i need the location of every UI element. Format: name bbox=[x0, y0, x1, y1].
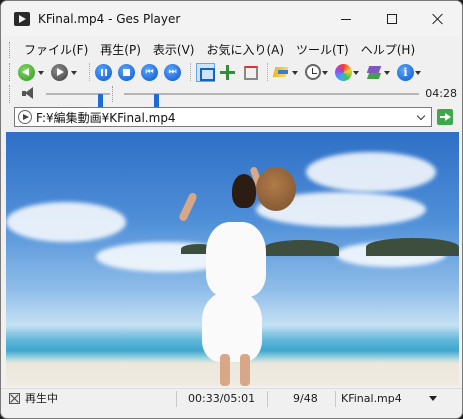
status-file[interactable]: KFinal.mp4 bbox=[341, 389, 402, 409]
info-dropdown-icon[interactable] bbox=[414, 64, 423, 81]
player-app-icon[interactable] bbox=[14, 12, 30, 26]
slider-grip[interactable] bbox=[9, 85, 12, 103]
back-dropdown-icon[interactable] bbox=[37, 64, 46, 81]
forward-icon[interactable] bbox=[51, 63, 68, 81]
app-window: KFinal.mp4 - Ges Player ファイル(F) 再生(P) 表示… bbox=[0, 0, 463, 419]
maximize-icon bbox=[387, 14, 397, 24]
stop-icon[interactable] bbox=[118, 63, 135, 81]
clock-icon[interactable] bbox=[305, 64, 321, 80]
color-dropdown-icon[interactable] bbox=[352, 64, 361, 81]
hair bbox=[232, 174, 256, 208]
shorts bbox=[202, 292, 262, 362]
cloud bbox=[6, 202, 126, 242]
status-divider bbox=[335, 391, 336, 407]
info-icon[interactable]: i bbox=[397, 63, 414, 81]
toolbar-grip[interactable] bbox=[9, 63, 12, 81]
play-icon[interactable] bbox=[18, 110, 32, 124]
volume-thumb[interactable] bbox=[98, 94, 103, 108]
minimize-button[interactable] bbox=[323, 1, 369, 37]
toolbar: i bbox=[9, 61, 457, 83]
pause-icon[interactable] bbox=[95, 63, 112, 81]
play-state: 再生中 bbox=[25, 392, 58, 405]
menubar-grip[interactable] bbox=[9, 42, 12, 58]
volume-slider[interactable] bbox=[46, 93, 110, 108]
ab-repeat-icon[interactable] bbox=[273, 64, 291, 80]
address-bar bbox=[14, 107, 432, 127]
straw-hat bbox=[256, 167, 296, 211]
seek-slider[interactable] bbox=[124, 93, 419, 108]
island bbox=[264, 240, 339, 256]
layers-dropdown-icon[interactable] bbox=[383, 64, 392, 81]
island bbox=[366, 238, 459, 256]
track-counter: 9/48 bbox=[293, 392, 318, 405]
next-icon[interactable] bbox=[164, 63, 181, 81]
toolbar-separator bbox=[89, 63, 90, 81]
fit-window-icon[interactable] bbox=[196, 62, 215, 82]
seek-thumb[interactable] bbox=[154, 94, 159, 108]
menu-favorites[interactable]: お気に入り(A) bbox=[200, 41, 290, 59]
maximize-button[interactable] bbox=[369, 1, 415, 37]
window-title: KFinal.mp4 - Ges Player bbox=[38, 12, 181, 26]
dress bbox=[206, 222, 266, 297]
status-time: 00:33/05:01 bbox=[188, 392, 256, 405]
color-icon[interactable] bbox=[335, 63, 352, 81]
slider-separator bbox=[112, 86, 113, 102]
state-icon bbox=[9, 393, 20, 404]
speaker-icon[interactable] bbox=[22, 87, 36, 100]
go-button[interactable] bbox=[437, 109, 453, 125]
chevron-down-icon[interactable] bbox=[429, 396, 437, 401]
close-button[interactable] bbox=[415, 1, 461, 37]
move-icon[interactable] bbox=[218, 63, 237, 82]
toolbar-separator bbox=[267, 63, 268, 81]
cloud bbox=[306, 152, 436, 192]
forward-dropdown-icon[interactable] bbox=[70, 64, 79, 81]
arm bbox=[178, 191, 198, 223]
leg bbox=[220, 354, 230, 386]
ab-repeat-dropdown-icon[interactable] bbox=[291, 64, 300, 81]
leg bbox=[240, 354, 250, 386]
slider-row: 04:28 bbox=[9, 85, 457, 108]
menu-bar: ファイル(F) 再生(P) 表示(V) お気に入り(A) ツール(T) ヘルプ(… bbox=[9, 41, 421, 59]
minimize-icon bbox=[341, 18, 351, 20]
back-icon[interactable] bbox=[18, 63, 35, 81]
status-divider bbox=[267, 391, 268, 407]
layers-icon[interactable] bbox=[366, 64, 383, 81]
status-bar: 再生中 00:33/05:01 9/48 KFinal.mp4 bbox=[1, 388, 462, 408]
chevron-down-icon[interactable] bbox=[413, 108, 431, 126]
previous-icon[interactable] bbox=[141, 63, 158, 81]
video-frame[interactable] bbox=[6, 132, 459, 386]
menu-help[interactable]: ヘルプ(H) bbox=[355, 41, 421, 59]
clock-dropdown-icon[interactable] bbox=[321, 64, 330, 81]
menu-file[interactable]: ファイル(F) bbox=[18, 41, 94, 59]
pin-icon[interactable] bbox=[240, 63, 259, 82]
close-icon bbox=[432, 13, 444, 25]
time-label: 04:28 bbox=[425, 87, 457, 100]
toolbar-separator bbox=[190, 63, 191, 81]
menu-tools[interactable]: ツール(T) bbox=[290, 41, 355, 59]
menu-play[interactable]: 再生(P) bbox=[94, 41, 147, 59]
status-divider bbox=[176, 391, 177, 407]
menu-view[interactable]: 表示(V) bbox=[147, 41, 201, 59]
file-path-input[interactable] bbox=[36, 108, 413, 126]
